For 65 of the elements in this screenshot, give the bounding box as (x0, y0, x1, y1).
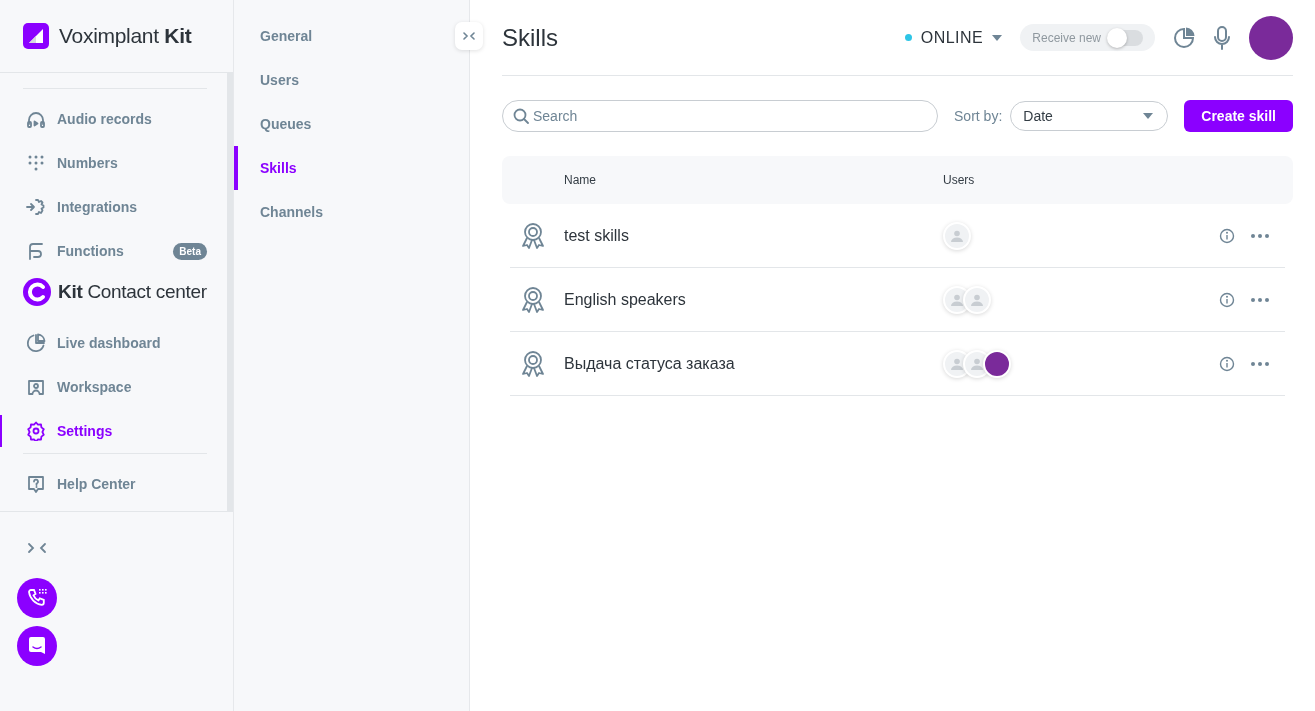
headphones-icon (26, 109, 46, 129)
person-icon (951, 293, 963, 306)
settings-icon (26, 421, 46, 441)
column-header: Name (564, 173, 597, 187)
more-icon[interactable] (1251, 297, 1269, 302)
status-dot (904, 34, 912, 41)
dialpad-icon (26, 153, 46, 173)
subnav-item[interactable]: General (234, 14, 424, 58)
pie-chart-icon (26, 333, 46, 353)
create-skill-button[interactable]: Create skill (1184, 100, 1293, 132)
person-icon (951, 229, 963, 242)
search-icon (513, 108, 529, 124)
collapse-button[interactable] (455, 22, 483, 50)
receive-new-toggle[interactable]: Receive new (1020, 24, 1155, 51)
microphone-icon[interactable] (1213, 25, 1231, 50)
collapse-icon[interactable] (27, 542, 47, 554)
chat-icon (26, 635, 48, 657)
subnav-item[interactable]: Users (234, 58, 424, 102)
nav-item[interactable]: Numbers (0, 141, 227, 185)
beta-badge: Beta (173, 242, 207, 260)
page-title: Skills (502, 23, 558, 52)
more-icon[interactable] (1251, 233, 1269, 238)
nav-item[interactable]: Audio records (0, 97, 227, 141)
collapse-icon (462, 32, 476, 40)
avatar-photo-placeholder[interactable] (1249, 15, 1293, 60)
person-icon (971, 293, 983, 306)
award-ribbon-icon (520, 285, 546, 314)
pie-chart-icon[interactable] (1173, 26, 1195, 49)
subnav-item[interactable]: Skills (234, 146, 424, 190)
function-icon (26, 241, 46, 261)
person-icon (951, 357, 963, 370)
skill-name: English speakers (564, 290, 687, 309)
workspace-icon (26, 377, 46, 397)
subnav-item[interactable]: Channels (234, 190, 424, 234)
nav-item[interactable]: Live dashboard (0, 321, 227, 365)
search-field[interactable]: Search (502, 100, 939, 132)
info-icon[interactable] (1219, 227, 1235, 244)
nav-item[interactable]: Help Center (0, 462, 227, 506)
skill-name: Выдача статуса заказа (564, 354, 736, 373)
award-ribbon-icon (520, 221, 546, 250)
sort-label: Sort by: (954, 108, 1003, 124)
award-ribbon-icon (520, 349, 546, 378)
contact-center-logo-icon (22, 277, 52, 307)
section-title: Kit Contact center (58, 281, 207, 303)
skill-name: test skills (564, 226, 630, 245)
chat-button[interactable] (17, 626, 57, 666)
nav-item[interactable]: Settings (0, 409, 227, 453)
brand-name: Voximplant Kit (59, 24, 192, 48)
column-header: Users (943, 173, 976, 187)
phone-dialpad-button[interactable] (17, 578, 57, 618)
help-icon (26, 474, 46, 494)
person-icon (971, 357, 983, 370)
subnav-item[interactable]: Queues (234, 102, 424, 146)
status-dropdown[interactable]: ONLINE (904, 28, 1003, 47)
nav-item[interactable]: Integrations (0, 185, 227, 229)
info-icon[interactable] (1219, 291, 1235, 308)
logo-icon (22, 22, 50, 50)
caret-icon (1143, 113, 1154, 119)
nav-item[interactable]: Workspace (0, 365, 227, 409)
more-icon[interactable] (1251, 361, 1269, 366)
caret-icon (992, 34, 1003, 41)
info-icon[interactable] (1219, 355, 1235, 372)
arrow-gear-icon (26, 197, 46, 217)
phone-dialpad-icon (26, 587, 48, 609)
nav-item[interactable]: Functions Beta (0, 229, 227, 273)
